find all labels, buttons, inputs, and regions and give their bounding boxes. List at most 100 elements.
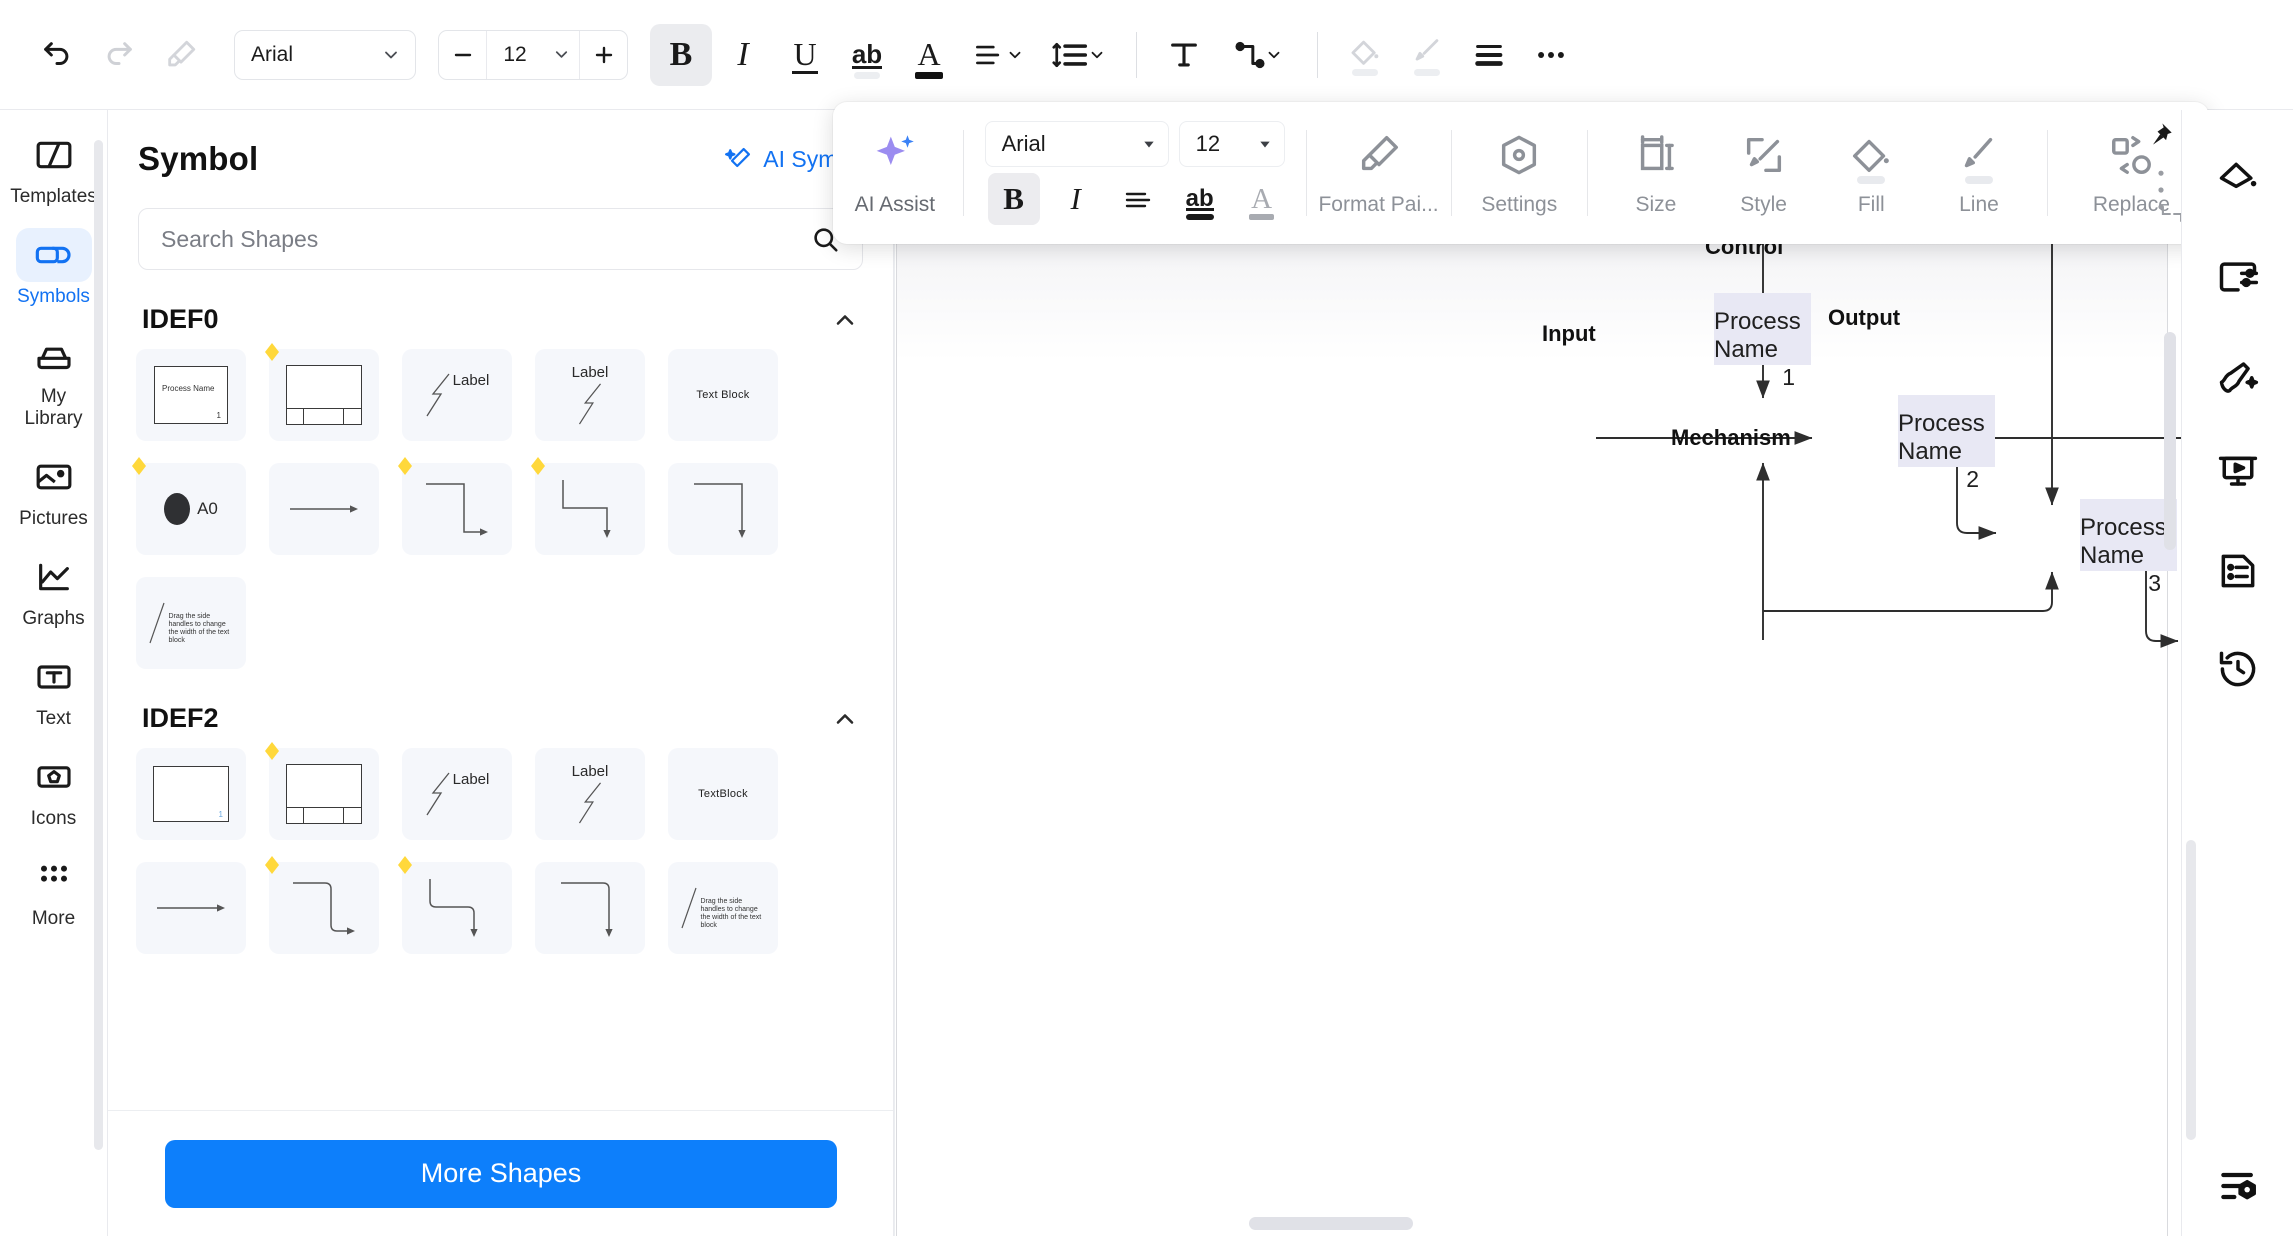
connector-button[interactable] [1215, 24, 1301, 86]
menu-button[interactable] [1458, 24, 1520, 86]
size-button[interactable]: Size [1602, 102, 1710, 244]
shape-rounded-elbow-down-right[interactable] [398, 856, 512, 954]
shape-library-scroll[interactable]: IDEF0 Process Name 1 Label Label Text Bl… [108, 270, 893, 1170]
shape-label-above-bolt[interactable]: Label [535, 748, 645, 840]
shape-label-above-bolt[interactable]: Label [535, 349, 645, 441]
shape-rounded-elbow-right-down[interactable] [265, 856, 379, 954]
sidebar-label-pictures: Pictures [19, 508, 88, 529]
font-size-value[interactable]: 12 [487, 31, 543, 79]
magic-wand-button[interactable] [2182, 326, 2293, 424]
align-icon [1125, 192, 1150, 208]
page-settings-button[interactable] [2182, 228, 2293, 326]
shape-rounded-elbow-corner[interactable] [535, 862, 645, 954]
font-family-select[interactable]: Arial [234, 29, 416, 80]
ai-assist-button[interactable]: AI Assist [841, 102, 949, 244]
format-painter-button[interactable] [150, 24, 212, 86]
search-input[interactable] [161, 225, 810, 253]
fill-button[interactable]: Fill [1817, 102, 1925, 244]
float-align-button[interactable] [1112, 173, 1164, 225]
presentation-button[interactable] [2182, 424, 2293, 522]
process-node-2[interactable]: Process Name 2 [1898, 395, 1995, 492]
canvas-vertical-scrollbar[interactable] [2164, 332, 2176, 550]
float-bold-button[interactable]: B [987, 173, 1040, 225]
shape-elbow-corner[interactable] [668, 463, 778, 555]
format-painter-button[interactable]: Format Pai... [1318, 102, 1439, 244]
shape-straight-arrow[interactable] [136, 862, 246, 954]
theme-fill-button[interactable] [2182, 130, 2293, 228]
shape-text-block[interactable]: TextBlock [668, 748, 778, 840]
shape-process-box[interactable]: Process Name 1 [136, 349, 246, 441]
float-strikethrough-button[interactable]: ab [1174, 173, 1226, 225]
sidebar-item-icons[interactable]: Icons [2, 744, 106, 834]
canvas-horizontal-scrollbar[interactable] [1249, 1217, 1413, 1230]
section-header-idef2[interactable]: IDEF2 [136, 669, 865, 748]
shape-straight-arrow[interactable] [269, 463, 379, 555]
process-node-1[interactable]: Process Name 1 [1714, 293, 1811, 390]
sidebar-item-pictures[interactable]: Pictures [2, 444, 106, 534]
settings-label: Settings [1481, 193, 1558, 216]
ai-assist-icon [870, 129, 920, 181]
shape-process-box-lanes[interactable] [265, 343, 379, 441]
version-history-icon [2219, 651, 2256, 687]
font-color-button[interactable]: A [898, 24, 960, 86]
font-size-decrease-button[interactable] [439, 30, 487, 79]
float-italic-button[interactable]: I [1050, 173, 1102, 225]
shape-elbow-down-right[interactable] [531, 457, 645, 555]
canvas-area[interactable]: Process Name 1 Process Name 2 Process Na… [894, 110, 2181, 1236]
elbow-connector-icon [562, 480, 611, 538]
bold-icon: B [1003, 181, 1024, 216]
fill-button[interactable] [1334, 24, 1396, 86]
sidebar-item-graphs[interactable]: Graphs [2, 544, 106, 634]
strikethrough-button[interactable]: ab [836, 24, 898, 86]
align-icon [976, 45, 1000, 64]
shape-process-box-plain[interactable]: 1 [136, 748, 246, 840]
font-size-dropdown-button[interactable] [543, 31, 579, 79]
more-shapes-button[interactable]: More Shapes [165, 1139, 837, 1208]
sidebar-item-more[interactable]: More [2, 844, 106, 934]
canvas-settings-button[interactable] [2182, 1164, 2293, 1208]
text-box-button[interactable] [1153, 24, 1215, 86]
shape-label-connector[interactable]: Label [402, 748, 512, 840]
float-font-family-select[interactable]: Arial [984, 121, 1169, 167]
settings-button[interactable]: Settings [1465, 102, 1573, 244]
format-painter-icon [168, 40, 196, 66]
sidebar-item-my-library[interactable]: My Library [2, 322, 106, 434]
float-font-size-select[interactable]: 12 [1178, 121, 1285, 167]
more-options-button[interactable] [1520, 24, 1582, 86]
shape-a0-node[interactable]: A0 [132, 457, 246, 555]
plus-icon [595, 46, 612, 63]
sidebar-item-text[interactable]: Text [2, 644, 106, 734]
style-button[interactable]: Style [1710, 102, 1818, 244]
float-font-color-button[interactable]: A [1236, 173, 1288, 225]
sidebar-item-symbols[interactable]: Symbols [2, 222, 106, 312]
redo-button[interactable] [88, 24, 150, 86]
italic-button[interactable]: I [712, 24, 774, 86]
left-rail-scrollbar[interactable] [94, 140, 103, 1150]
version-history-button[interactable] [2182, 620, 2293, 718]
pin-toolbar-button[interactable] [2143, 120, 2175, 157]
line-spacing-icon [1052, 42, 1088, 67]
align-button[interactable] [960, 24, 1038, 86]
underline-button[interactable]: U [774, 24, 836, 86]
shape-elbow-right-down[interactable] [398, 457, 512, 555]
line-style-button[interactable] [1396, 24, 1458, 86]
font-size-increase-button[interactable] [579, 30, 627, 79]
process-node-3[interactable]: Process Name 3 [2080, 499, 2177, 596]
shape-label-connector[interactable]: Label [402, 349, 512, 441]
canvas-scrollbar-right[interactable] [2186, 840, 2196, 1140]
shape-note-text-block[interactable]: Drag the side handles to change the widt… [136, 577, 246, 669]
search-shapes-box[interactable] [138, 208, 863, 270]
sidebar-item-templates[interactable]: Templates [2, 122, 106, 212]
shape-note-text-block[interactable]: Drag the side handles to change the widt… [668, 862, 778, 954]
section-header-idef0[interactable]: IDEF0 [136, 270, 865, 349]
shape-label: A0 [197, 499, 218, 518]
undo-button[interactable] [26, 24, 88, 86]
shape-text-block[interactable]: Text Block [668, 349, 778, 441]
outline-notes-button[interactable] [2182, 522, 2293, 620]
line-spacing-button[interactable] [1038, 24, 1120, 86]
node-label: Process Name [1714, 308, 1801, 363]
line-button[interactable]: Line [1925, 102, 2033, 244]
elbow-connector-icon [429, 879, 478, 937]
bold-button[interactable]: B [650, 23, 712, 86]
shape-process-box-lanes[interactable] [265, 742, 379, 840]
